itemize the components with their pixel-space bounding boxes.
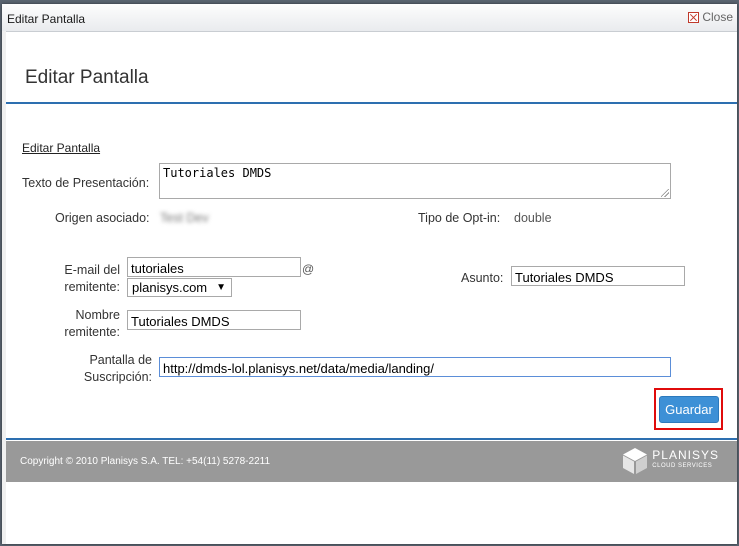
dialog-titlebar: Editar Pantalla Close bbox=[2, 4, 737, 32]
planisys-logo: PLANISYS CLOUD SERVICES bbox=[622, 447, 719, 475]
page-title: Editar Pantalla bbox=[25, 67, 149, 88]
save-button[interactable]: Guardar bbox=[659, 396, 719, 423]
email-label-line2: remitente: bbox=[64, 280, 120, 294]
subscription-url-input[interactable]: http://dmds-lol.planisys.net/data/media/… bbox=[159, 357, 671, 377]
logo-subtitle: CLOUD SERVICES bbox=[652, 463, 713, 469]
edit-screen-dialog: Editar Pantalla Close Editar Pantalla Ed… bbox=[2, 4, 737, 544]
sender-name-label: Nombre remitente: bbox=[60, 307, 120, 341]
footer-divider bbox=[6, 438, 737, 440]
origin-value: Test Dev bbox=[160, 211, 209, 225]
at-sign: @ bbox=[302, 262, 315, 276]
email-label: E-mail del remitente: bbox=[60, 262, 120, 296]
logo-name: PLANISYS bbox=[652, 448, 719, 462]
dialog-title: Editar Pantalla bbox=[7, 12, 86, 26]
subject-input[interactable]: Tutoriales DMDS bbox=[511, 266, 685, 286]
presentation-text: Tutoriales DMDS bbox=[163, 166, 272, 180]
presentation-textarea[interactable]: Tutoriales DMDS bbox=[159, 163, 671, 199]
optin-label: Tipo de Opt-in: bbox=[418, 211, 501, 225]
sender-name-input[interactable]: Tutoriales DMDS bbox=[127, 310, 301, 330]
sender-name-label-line2: remitente: bbox=[64, 325, 120, 339]
close-icon[interactable] bbox=[688, 11, 700, 23]
planisys-logo-icon bbox=[623, 448, 648, 474]
email-domain-select[interactable]: planisys.com ▼ bbox=[127, 278, 232, 297]
optin-value: double bbox=[514, 211, 552, 225]
email-label-line1: E-mail del bbox=[64, 263, 120, 277]
header-divider bbox=[6, 102, 737, 104]
copyright-text: Copyright © 2010 Planisys S.A. TEL: +54(… bbox=[20, 456, 271, 467]
resize-handle-icon[interactable] bbox=[661, 189, 669, 197]
subscription-label-line2: Suscripción: bbox=[83, 370, 152, 384]
email-user-input[interactable]: tutoriales bbox=[127, 257, 301, 277]
close-button[interactable]: Close bbox=[688, 10, 733, 24]
logo-text: PLANISYS CLOUD SERVICES bbox=[652, 448, 719, 472]
chevron-down-icon[interactable]: ▼ bbox=[216, 280, 226, 295]
origin-label: Origen asociado: bbox=[55, 211, 150, 225]
footer: Copyright © 2010 Planisys S.A. TEL: +54(… bbox=[6, 441, 737, 482]
presentation-label: Texto de Presentación: bbox=[22, 176, 150, 190]
section-title: Editar Pantalla bbox=[22, 141, 101, 155]
sender-name-label-line1: Nombre bbox=[75, 308, 120, 322]
subscription-label: Pantalla de Suscripción: bbox=[82, 352, 152, 386]
email-domain-value: planisys.com bbox=[132, 280, 208, 295]
subject-label: Asunto: bbox=[461, 271, 504, 285]
subscription-label-line1: Pantalla de bbox=[89, 353, 152, 367]
close-label[interactable]: Close bbox=[702, 10, 733, 24]
